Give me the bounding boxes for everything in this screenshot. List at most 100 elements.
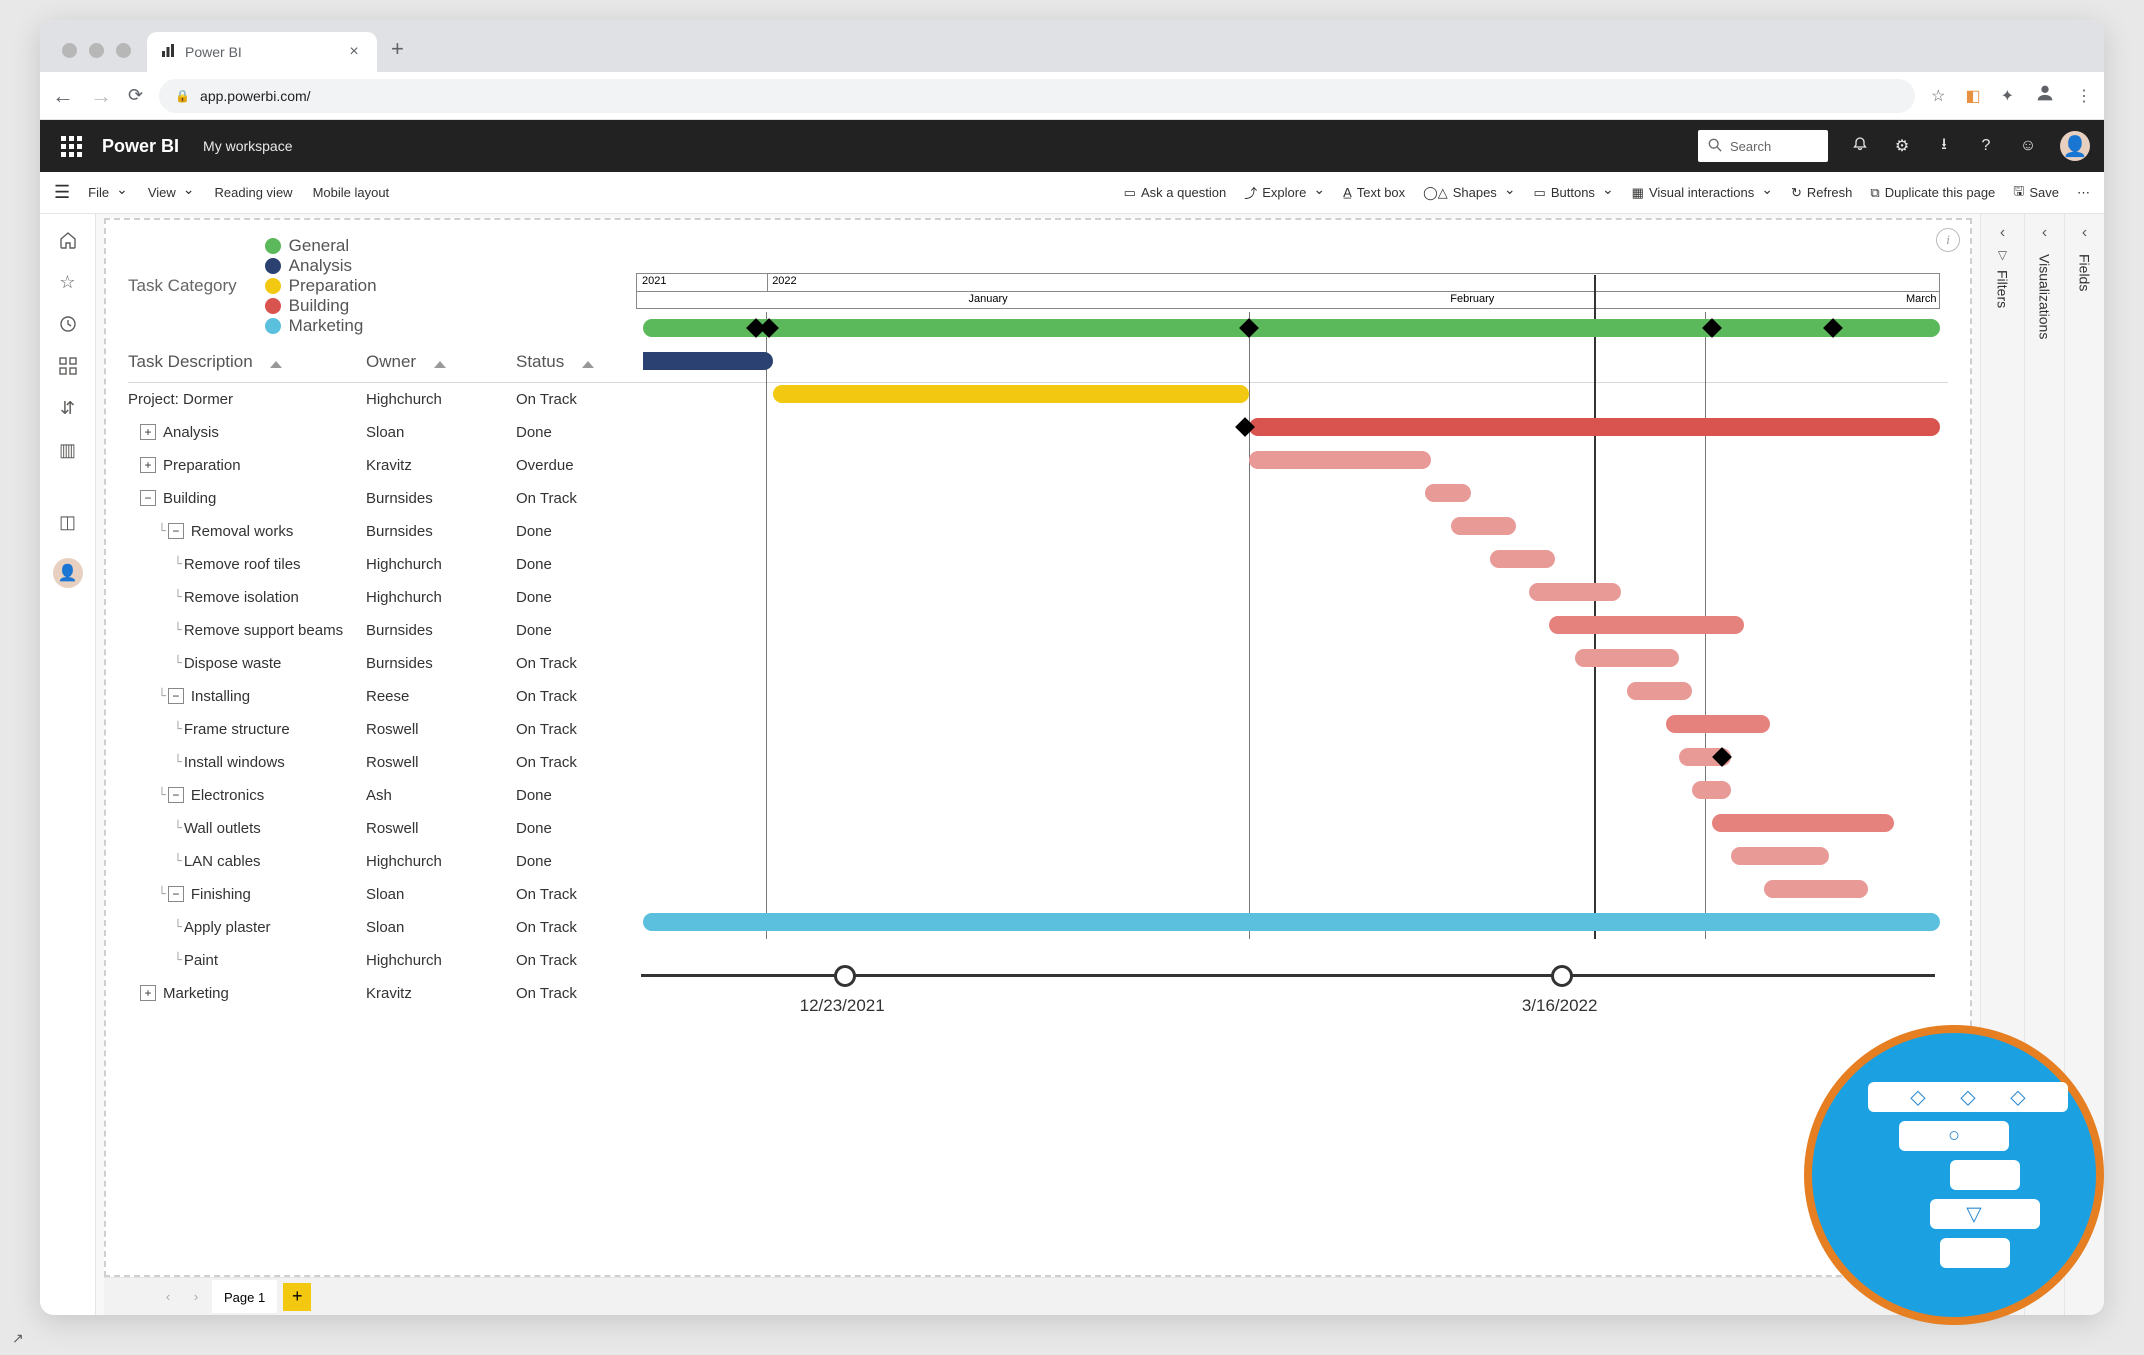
legend-item[interactable]: Building [265,296,377,316]
ask-question-button[interactable]: ▭Ask a question [1124,185,1227,201]
new-tab-button[interactable]: + [377,36,418,72]
task-status: On Track [516,985,631,1002]
textbox-icon: A̲ [1343,185,1352,200]
task-desc: Installing [191,688,250,705]
home-icon[interactable] [54,228,82,252]
gantt-bar[interactable] [643,352,773,370]
expand-collapse-icon[interactable]: − [168,688,184,704]
header-task-description[interactable]: Task Description [128,352,366,372]
save-button[interactable]: 🖫Save [2013,182,2059,204]
gantt-bar[interactable] [1627,682,1692,700]
gantt-bar[interactable] [1425,484,1471,502]
notifications-icon[interactable] [1850,136,1870,157]
next-page-button[interactable]: › [184,1289,208,1304]
feedback-smile-icon[interactable]: ☺ [2018,137,2038,155]
user-avatar[interactable]: 👤 [2060,131,2090,161]
expand-collapse-icon[interactable]: + [140,985,156,1001]
task-desc: Electronics [191,787,264,804]
close-tab-icon[interactable]: × [345,43,363,61]
gantt-bar[interactable] [1692,781,1731,799]
more-options-icon[interactable]: ⋯ [2077,185,2090,201]
add-page-button[interactable]: + [283,1283,311,1311]
visual-interactions-menu[interactable]: ▦Visual interactions [1632,184,1773,201]
profile-icon[interactable] [2034,82,2056,109]
browser-window: Power BI × + ← → ⟳ 🔒 app.powerbi.com/ ☆ … [40,20,2104,1315]
gantt-bar[interactable] [1549,616,1745,634]
gantt-bar[interactable] [643,913,1940,931]
gantt-bar[interactable] [773,385,1249,403]
global-search-input[interactable]: Search [1698,130,1828,162]
my-workspace-avatar[interactable]: 👤 [53,558,83,588]
expand-collapse-icon[interactable]: + [140,424,156,440]
gantt-bar[interactable] [643,319,1940,337]
file-menu[interactable]: File [88,184,128,201]
mobile-layout-button[interactable]: Mobile layout [313,185,390,200]
slider-end-handle[interactable] [1551,965,1573,987]
expand-collapse-icon[interactable]: − [140,490,156,506]
info-icon[interactable]: i [1936,228,1960,252]
gantt-bar[interactable] [1249,451,1432,469]
browser-reload-button[interactable]: ⟳ [128,85,143,106]
browser-back-button[interactable]: ← [52,83,74,109]
nav-hamburger-icon[interactable]: ☰ [54,182,70,203]
browser-forward-button[interactable]: → [90,83,112,109]
gantt-bar[interactable] [1249,418,1940,436]
text-box-button[interactable]: A̲Text box [1343,185,1405,200]
workspace-icon[interactable]: ◫ [54,510,82,534]
star-icon[interactable]: ☆ [1931,86,1945,106]
browser-tab-active[interactable]: Power BI × [147,32,377,72]
shapes-menu[interactable]: ◯△Shapes [1423,184,1515,201]
refresh-button[interactable]: ↻Refresh [1791,185,1852,201]
expand-collapse-icon[interactable]: − [168,523,184,539]
gantt-bar[interactable] [1764,880,1868,898]
workspace-name[interactable]: My workspace [203,138,292,154]
chevron-left-icon[interactable]: ‹ [2042,224,2047,242]
legend-item[interactable]: Marketing [265,316,377,336]
header-status[interactable]: Status [516,352,631,372]
expand-collapse-icon[interactable]: − [168,787,184,803]
task-desc: Analysis [163,424,219,441]
expand-collapse-icon[interactable]: + [140,457,156,473]
sort-asc-icon [579,353,597,373]
extensions-tag-icon[interactable]: ◧ [1965,86,1980,106]
chevron-left-icon[interactable]: ‹ [2082,224,2087,242]
learn-icon[interactable]: ▥ [54,438,82,462]
duplicate-page-button[interactable]: ⧉Duplicate this page [1870,185,1995,201]
view-menu[interactable]: View [148,184,195,201]
help-icon[interactable]: ? [1976,137,1996,155]
chevron-left-icon[interactable]: ‹ [2000,224,2005,242]
date-range-slider[interactable]: 12/23/2021 3/16/2022 [636,964,1940,1054]
reading-view-button[interactable]: Reading view [215,185,293,200]
gantt-bar[interactable] [1731,847,1829,865]
gantt-bar[interactable] [1575,649,1679,667]
browser-menu-icon[interactable]: ⋮ [2076,86,2092,106]
page-tab-1[interactable]: Page 1 [212,1280,277,1313]
legend-item[interactable]: Preparation [265,276,377,296]
gantt-bar[interactable] [1529,583,1620,601]
recent-icon[interactable] [54,312,82,336]
month-label: January [969,293,1008,305]
shared-icon[interactable]: ⇵ [54,396,82,420]
settings-gear-icon[interactable]: ⚙ [1892,136,1912,156]
download-icon[interactable]: ⭳ [1934,133,1954,160]
app-launcher-icon[interactable] [54,129,88,163]
browser-url-input[interactable]: 🔒 app.powerbi.com/ [159,79,1915,113]
gantt-bar[interactable] [1490,550,1555,568]
legend-item[interactable]: General [265,236,377,256]
legend-item[interactable]: Analysis [265,256,377,276]
slider-start-handle[interactable] [834,965,856,987]
gantt-bar[interactable] [1712,814,1895,832]
expand-collapse-icon[interactable]: − [168,886,184,902]
favorites-icon[interactable]: ☆ [54,270,82,294]
macos-window-controls[interactable] [50,43,147,72]
apps-icon[interactable] [54,354,82,378]
buttons-menu[interactable]: ▭Buttons [1534,184,1614,201]
prev-page-button[interactable]: ‹ [156,1289,180,1304]
header-owner[interactable]: Owner [366,352,516,372]
gantt-bar[interactable] [1666,715,1770,733]
gantt-bar[interactable] [1451,517,1516,535]
extension-puzzle-icon[interactable]: ✦ [2001,86,2014,106]
explore-menu[interactable]: ⤴Explore [1244,183,1325,202]
task-owner: Burnsides [366,655,516,672]
report-canvas[interactable]: i Task Category GeneralAnalysisPreparati… [104,218,1972,1277]
